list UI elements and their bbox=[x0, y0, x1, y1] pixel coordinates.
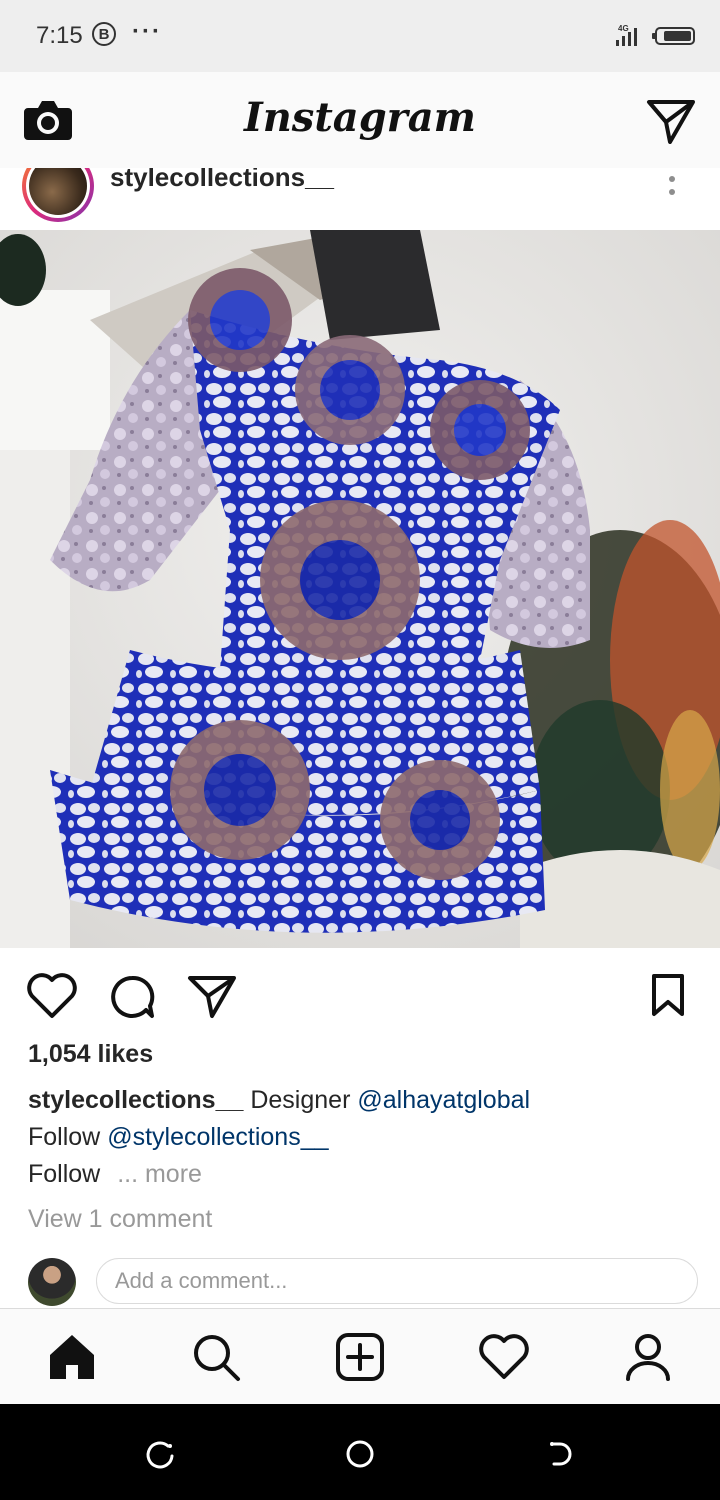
app-header: Instagram bbox=[0, 72, 720, 169]
comment-row: Add a comment... bbox=[0, 1256, 720, 1308]
caption-more-link[interactable]: ... more bbox=[117, 1160, 202, 1188]
paper-plane-icon[interactable] bbox=[646, 98, 696, 144]
new-post-icon[interactable] bbox=[334, 1331, 386, 1383]
post-photo-illustration bbox=[0, 230, 720, 948]
post-caption: stylecollections__ Designer @alhayatglob… bbox=[28, 1082, 708, 1193]
view-comments-link[interactable]: View 1 comment bbox=[28, 1205, 212, 1234]
bottom-nav bbox=[0, 1308, 720, 1405]
bookmark-icon[interactable] bbox=[648, 972, 688, 1020]
comment-icon[interactable] bbox=[106, 972, 158, 1020]
app-logo[interactable]: Instagram bbox=[0, 94, 720, 141]
battery-icon bbox=[652, 27, 695, 45]
caption-mention-1[interactable]: @alhayatglobal bbox=[357, 1086, 530, 1114]
home-icon[interactable] bbox=[46, 1331, 98, 1383]
caption-username[interactable]: stylecollections__ bbox=[28, 1086, 243, 1114]
caption-text-1: Designer bbox=[250, 1086, 351, 1114]
more-notifications-icon: ··· bbox=[132, 18, 162, 45]
post-header: stylecollections__ bbox=[0, 168, 720, 230]
recent-apps-icon[interactable] bbox=[144, 1438, 176, 1470]
heart-icon[interactable] bbox=[26, 972, 78, 1020]
caption-text-2: Follow bbox=[28, 1123, 101, 1151]
network-type-label: 4G bbox=[618, 24, 629, 33]
activity-heart-icon[interactable] bbox=[478, 1331, 530, 1383]
home-button-icon[interactable] bbox=[344, 1438, 376, 1470]
search-icon[interactable] bbox=[190, 1331, 242, 1383]
share-icon[interactable] bbox=[186, 972, 238, 1020]
more-options-icon[interactable] bbox=[662, 172, 682, 202]
post-username[interactable]: stylecollections__ bbox=[110, 168, 334, 193]
post-author-avatar[interactable] bbox=[22, 168, 94, 222]
current-user-avatar bbox=[28, 1258, 76, 1306]
app-badge-icon: B bbox=[92, 22, 116, 46]
caption-text-3: Follow bbox=[28, 1160, 101, 1188]
caption-mention-2[interactable]: @stylecollections__ bbox=[107, 1123, 328, 1151]
system-nav-bar bbox=[0, 1404, 720, 1500]
comment-input[interactable]: Add a comment... bbox=[96, 1258, 698, 1304]
likes-count[interactable]: 1,054 likes bbox=[28, 1040, 153, 1069]
status-bar: 7:15 B ··· 4G bbox=[0, 0, 720, 72]
post-actions bbox=[0, 948, 720, 1040]
status-time: 7:15 bbox=[36, 22, 83, 49]
post-photo[interactable] bbox=[0, 230, 720, 948]
profile-icon[interactable] bbox=[622, 1331, 674, 1383]
avatar-image bbox=[29, 168, 87, 215]
signal-icon: 4G bbox=[616, 24, 637, 46]
back-icon[interactable] bbox=[544, 1438, 576, 1470]
